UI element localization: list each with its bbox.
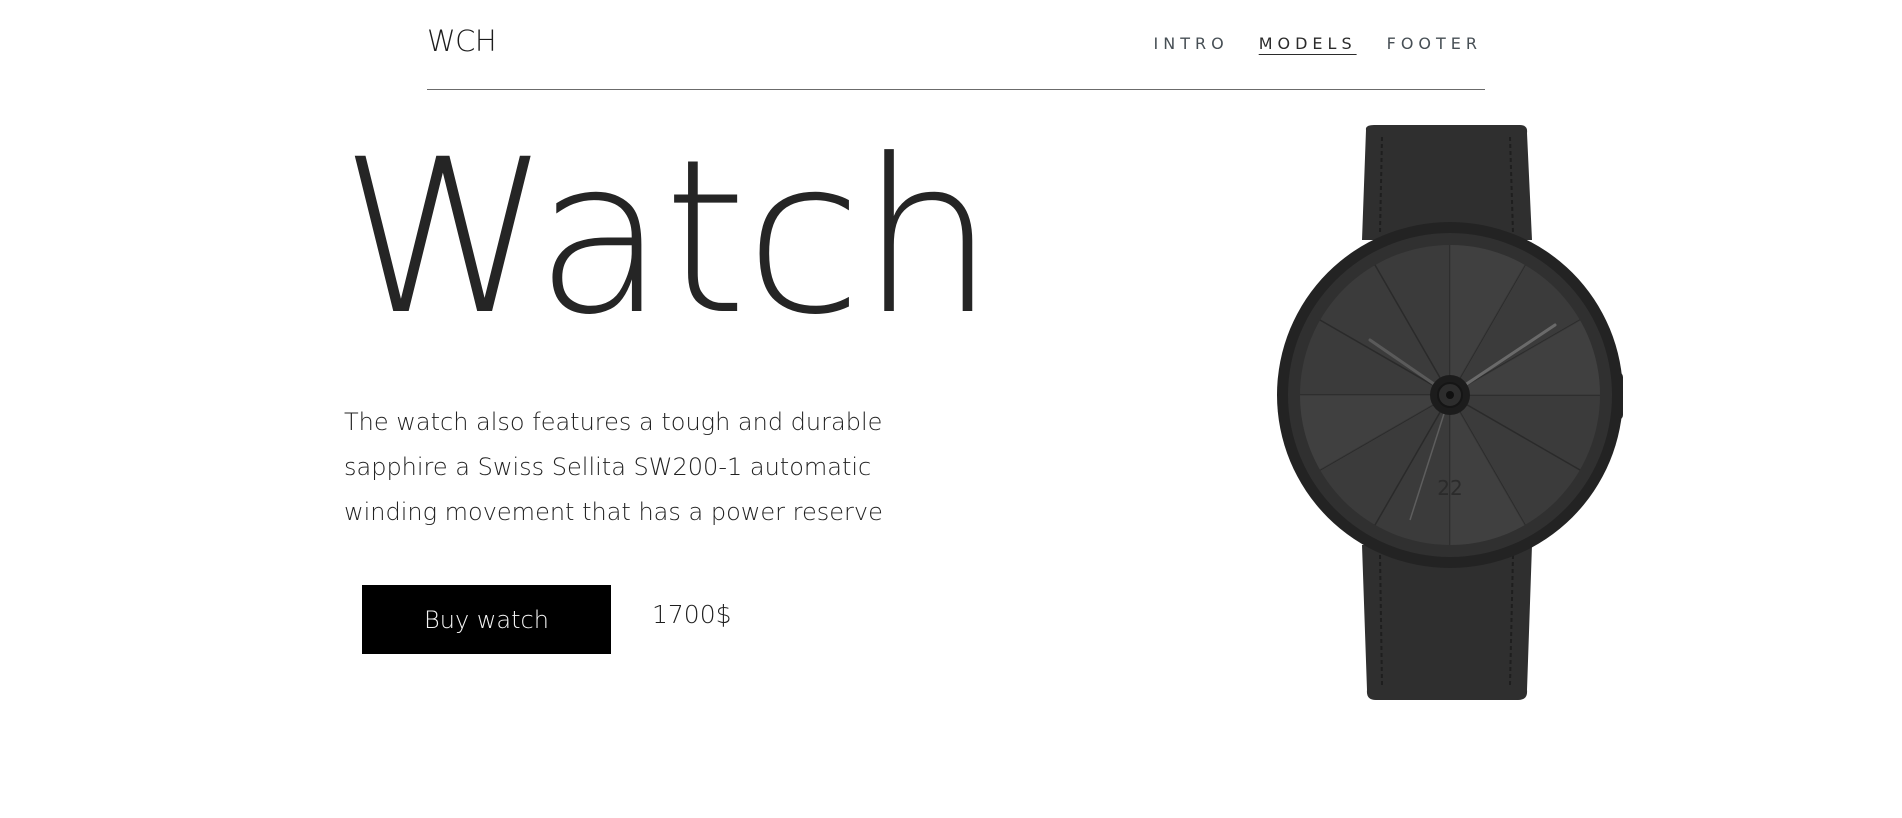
main-nav: INTRO MODELS FOOTER [1154,34,1482,53]
logo[interactable]: WCH [427,24,497,58]
price-label: 1700$ [652,600,732,629]
hero-description: The watch also features a tough and dura… [344,408,883,526]
header-divider [427,89,1485,90]
nav-link-models[interactable]: MODELS [1259,34,1357,53]
dial-number: 22 [1437,476,1462,500]
buy-watch-button[interactable]: Buy watch [362,585,611,654]
landing-page: WCH INTRO MODELS FOOTER Watch The watch … [0,0,1902,818]
nav-link-intro[interactable]: INTRO [1154,34,1229,53]
nav-link-footer[interactable]: FOOTER [1387,34,1482,53]
watch-image: 22 [1277,125,1623,700]
hero-title: Watch [340,114,995,362]
